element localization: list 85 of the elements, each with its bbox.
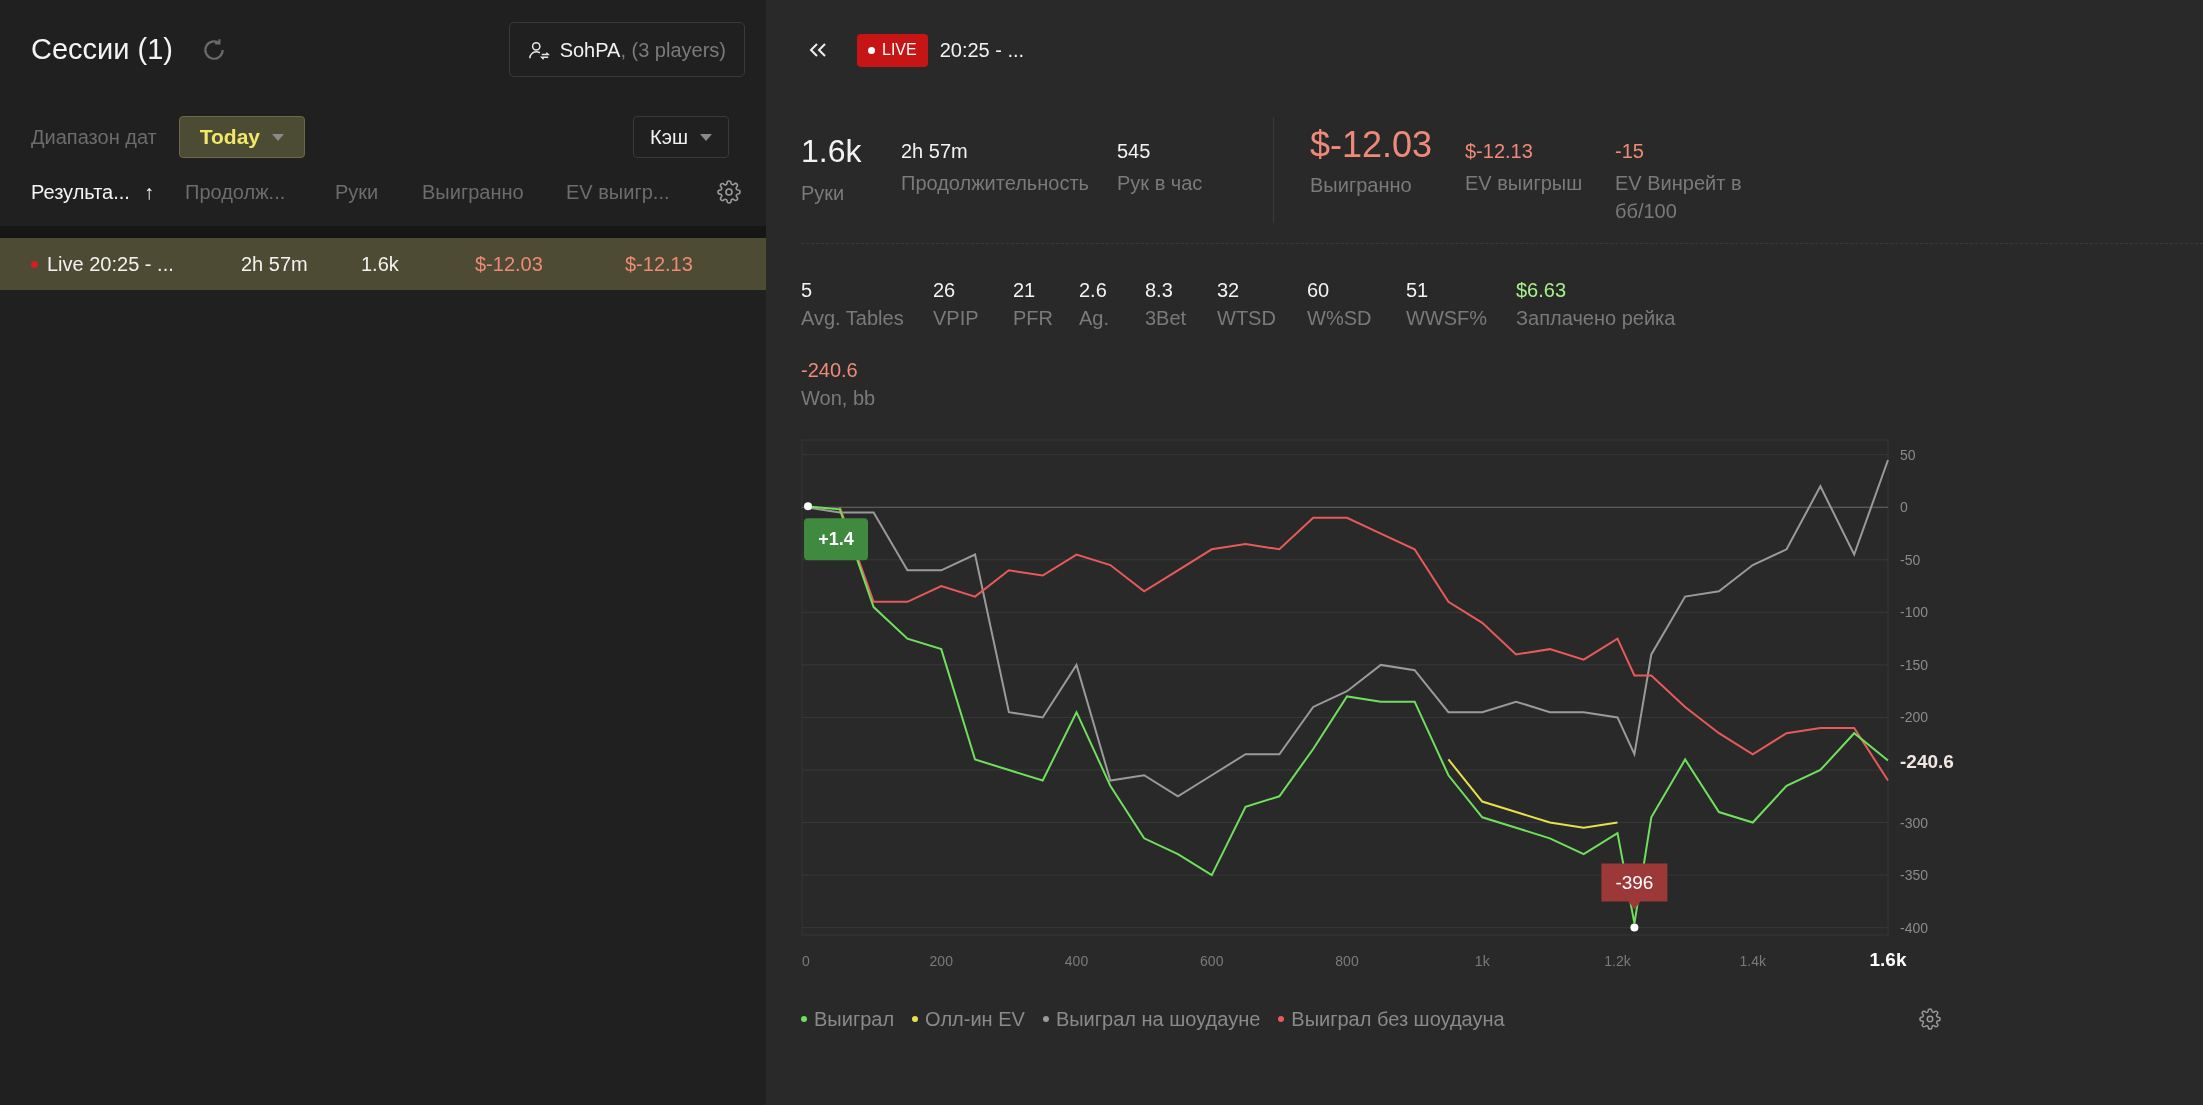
stat-label: 3Bet xyxy=(1145,306,1188,331)
stat-value: 26 xyxy=(933,278,957,303)
stat-label: Won, bb xyxy=(801,386,877,411)
stat-value: 2h 57m xyxy=(901,139,969,164)
stat-value: -15 xyxy=(1615,139,1645,164)
stat-label: Продолжительность xyxy=(901,171,1090,196)
stat-label: EV выигрыш xyxy=(1465,171,1584,196)
y-tick-label: -400 xyxy=(1900,919,1929,936)
panel-title: Сессии (1) xyxy=(31,31,173,67)
x-tick-label: 1.2k xyxy=(1604,953,1631,969)
y-tick-label: -50 xyxy=(1900,551,1921,568)
legend-label[interactable]: Олл-ин EV xyxy=(925,1004,1025,1034)
stat-value: 1.6k xyxy=(801,132,863,171)
stat-label: Avg. Tables xyxy=(801,306,905,331)
stat-value: 5 xyxy=(801,278,814,303)
stat-label: Ag. xyxy=(1079,306,1111,331)
x-tick-label: 1.6k xyxy=(1869,949,1907,970)
collapse-icon[interactable] xyxy=(809,43,827,57)
settings-icon[interactable] xyxy=(717,180,741,204)
annotation: +1.4 xyxy=(818,529,854,550)
y-tick-label: -200 xyxy=(1900,709,1929,726)
column-header[interactable]: EV выигр... xyxy=(566,177,716,207)
legend-label[interactable]: Выиграл без шоудауна xyxy=(1291,1004,1505,1034)
legend-label[interactable]: Выиграл xyxy=(814,1004,895,1034)
x-tick-label: 800 xyxy=(1335,953,1359,969)
table-cell-text: $-12.03 xyxy=(475,252,543,277)
stat-value: 32 xyxy=(1217,278,1241,303)
stat-value: 2.6 xyxy=(1079,278,1108,303)
stat-value: $6.63 xyxy=(1516,278,1568,303)
annotation: -396 xyxy=(1615,872,1654,894)
stat-label: VPIP xyxy=(933,306,980,331)
y-tick-label: -300 xyxy=(1900,814,1929,831)
stat-label: Заплачено рейка xyxy=(1516,306,1677,331)
stat-label: EV Винрейт в бб/100 xyxy=(1615,171,1743,224)
stat-label: Руки xyxy=(801,181,846,206)
column-header[interactable]: Продолж... xyxy=(185,177,335,207)
refresh-icon[interactable] xyxy=(201,36,227,63)
stat-label: Рук в час xyxy=(1117,171,1204,196)
player-select-button[interactable]: SohPA, (3 players) xyxy=(508,22,745,77)
table-cell-text: $-12.13 xyxy=(625,252,693,277)
stat-label: WWSF% xyxy=(1406,306,1489,331)
stat-value: 51 xyxy=(1406,278,1430,303)
y-tick-label: 0 xyxy=(1900,499,1908,516)
stat-value: 545 xyxy=(1117,139,1152,164)
column-header[interactable]: Результа... ↑ xyxy=(31,177,185,207)
table-cell-text: Live 20:25 - ... xyxy=(47,252,174,277)
x-tick-label: 1k xyxy=(1474,953,1490,969)
session-title: 20:25 - ... xyxy=(939,38,1025,63)
x-tick-label: 600 xyxy=(1200,953,1224,969)
y-tick-label: -150 xyxy=(1900,656,1929,673)
stat-label: PFR xyxy=(1013,306,1054,331)
session-row[interactable]: Live 20:25 - ... 2h 57m 1.6k $-12.03 $-12.13 xyxy=(0,238,766,290)
x-tick-label: 1.4k xyxy=(1739,953,1766,969)
point-marker xyxy=(1630,923,1639,932)
x-tick-label: 400 xyxy=(1064,953,1089,969)
stat-value: 8.3 xyxy=(1145,278,1174,303)
stat-value: $-12.13 xyxy=(1465,139,1534,164)
caret-icon xyxy=(271,133,284,141)
stat-value: 60 xyxy=(1307,278,1331,303)
x-tick-label: 200 xyxy=(929,953,953,969)
column-header[interactable]: Руки xyxy=(335,177,422,207)
stat-label: WTSD xyxy=(1217,306,1277,331)
point-marker xyxy=(804,502,812,511)
table-cell-text: 1.6k xyxy=(361,252,399,277)
stat-label: Выигранно xyxy=(1310,173,1413,198)
caret-icon xyxy=(699,133,712,141)
date-range-dropdown[interactable]: Today xyxy=(178,116,305,158)
last-value-label: -240.6 xyxy=(1900,750,1954,772)
legend-label[interactable]: Выиграл на шоудауне xyxy=(1055,1004,1261,1034)
table-cell-text: 2h 57m xyxy=(241,252,308,277)
date-range-label: Диапазон дат xyxy=(31,125,157,150)
x-tick-label: 0 xyxy=(802,953,810,969)
stat-value: -240.6 xyxy=(801,358,859,383)
stat-label: W%SD xyxy=(1307,306,1373,331)
value-callout: -396 xyxy=(1601,863,1668,910)
live-badge: LIVE xyxy=(857,33,928,67)
y-tick-label: -350 xyxy=(1900,867,1929,884)
game-type-dropdown[interactable]: Кэш xyxy=(633,116,729,158)
value-callout: +1.4 xyxy=(804,518,868,561)
stat-value: $-12.03 xyxy=(1310,123,1434,167)
y-tick-label: -100 xyxy=(1900,604,1929,621)
y-tick-label: 50 xyxy=(1900,446,1916,463)
stat-value: 21 xyxy=(1013,278,1037,303)
column-header[interactable]: Выигранно xyxy=(422,177,566,207)
settings-icon[interactable] xyxy=(1919,1008,1941,1030)
